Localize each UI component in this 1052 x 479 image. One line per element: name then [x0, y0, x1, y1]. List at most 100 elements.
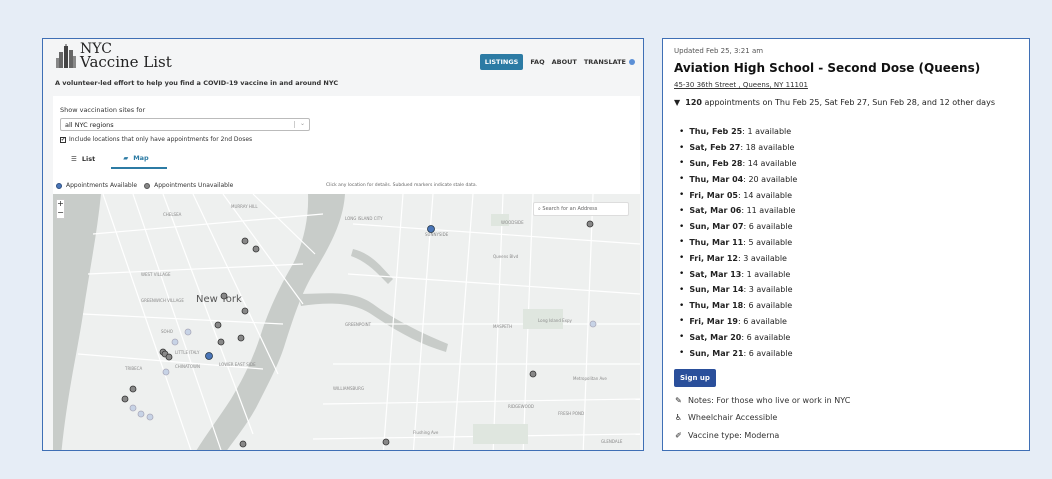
- location-address-link[interactable]: 45-30 36th Street , Queens, NY 11101: [674, 81, 808, 89]
- unavailable-location-marker[interactable]: [121, 395, 129, 403]
- unavailable-location-marker[interactable]: [239, 440, 247, 448]
- unavailable-location-marker[interactable]: [217, 338, 225, 346]
- logo[interactable]: NYC Vaccine List: [55, 42, 172, 71]
- appointment-date-item: Sat, Mar 20: 6 available: [679, 329, 797, 345]
- map-legend: Appointments Available Appointments Unav…: [56, 182, 233, 189]
- chevron-down-icon: ⌄: [299, 120, 305, 127]
- unavailable-location-marker[interactable]: [529, 370, 537, 378]
- appointment-availability: : 5 available: [743, 237, 793, 247]
- appointment-availability: : 3 available: [743, 285, 793, 295]
- accessibility-row: ♿ Wheelchair Accessible: [674, 413, 777, 422]
- unavailable-location-marker[interactable]: [241, 307, 249, 315]
- appointment-date-item: Thu, Feb 25: 1 available: [679, 124, 797, 140]
- unavailable-location-marker[interactable]: [146, 413, 154, 421]
- appointment-date: Sun, Feb 28: [689, 158, 743, 168]
- second-dose-toggle[interactable]: ✔ Include locations that only have appoi…: [60, 136, 252, 143]
- appointment-date-item: Thu, Mar 18: 6 available: [679, 298, 797, 314]
- appointment-availability: : 6 available: [743, 301, 793, 311]
- unavailable-location-marker[interactable]: [129, 404, 137, 412]
- unavailable-location-marker[interactable]: [586, 220, 594, 228]
- syringe-icon: ✐: [675, 431, 682, 440]
- appointment-date: Sat, Mar 13: [689, 269, 742, 279]
- vaccine-row: ✐ Vaccine type: Moderna: [674, 431, 779, 440]
- location-details-panel: Updated Feb 25, 3:21 am Aviation High Sc…: [662, 38, 1030, 451]
- list-icon: ☰: [71, 155, 77, 163]
- region-select-value: all NYC regions: [65, 121, 114, 129]
- appointment-date: Sun, Mar 14: [689, 285, 744, 295]
- globe-icon: [629, 59, 635, 65]
- unavailable-location-marker[interactable]: [589, 320, 597, 328]
- appointment-availability: : 20 available: [743, 174, 798, 184]
- appointment-availability: : 14 available: [742, 158, 797, 168]
- notes-text: Notes: For those who live or work in NYC: [688, 396, 851, 405]
- appointment-availability: : 6 available: [743, 222, 793, 232]
- unavailable-location-marker[interactable]: [165, 353, 173, 361]
- logo-line2: Vaccine List: [80, 53, 172, 71]
- unavailable-location-marker[interactable]: [252, 245, 260, 253]
- nav-listings[interactable]: LISTINGS: [479, 54, 524, 70]
- second-dose-label: Include locations that only have appoint…: [69, 136, 253, 143]
- unavailable-location-marker[interactable]: [184, 328, 192, 336]
- unavailable-location-marker[interactable]: [137, 410, 145, 418]
- unavailable-location-marker[interactable]: [214, 321, 222, 329]
- unavailable-location-marker[interactable]: [162, 368, 170, 376]
- appointment-date: Thu, Mar 04: [689, 174, 744, 184]
- appointment-date: Sun, Mar 21: [689, 348, 744, 358]
- tab-map[interactable]: ▰ Map: [111, 154, 167, 169]
- triangle-down-icon: ▼: [674, 98, 681, 107]
- unavailable-location-marker[interactable]: [382, 438, 390, 446]
- map-icon: ▰: [123, 154, 129, 162]
- appointment-date-item: Sat, Mar 06: 11 available: [679, 203, 797, 219]
- appointment-availability: : 1 available: [741, 269, 791, 279]
- tagline: A volunteer-led effort to help you find …: [55, 79, 339, 87]
- appointment-availability: : 6 available: [743, 348, 793, 358]
- appointment-dates-list: Thu, Feb 25: 1 availableSat, Feb 27: 18 …: [679, 124, 797, 361]
- available-location-marker[interactable]: [427, 225, 435, 233]
- appointment-date-item: Fri, Mar 19: 6 available: [679, 314, 797, 330]
- appointment-date-item: Sat, Feb 27: 18 available: [679, 140, 797, 156]
- map-view[interactable]: + − ⌕ Search for an Address New York CHE…: [53, 194, 640, 450]
- appointment-date: Fri, Mar 12: [689, 253, 738, 263]
- appointment-date: Thu, Mar 18: [689, 301, 744, 311]
- appointment-availability: : 3 available: [738, 253, 787, 263]
- appointment-availability: : 18 available: [740, 143, 795, 153]
- map-markers: [121, 220, 597, 448]
- region-label: Show vaccination sites for: [60, 106, 146, 114]
- updated-timestamp: Updated Feb 25, 3:21 am: [674, 47, 764, 55]
- appointment-date-item: Sat, Mar 13: 1 available: [679, 266, 797, 282]
- notes-row: ✎ Notes: For those who live or work in N…: [674, 396, 850, 405]
- legend-available: Appointments Available: [66, 182, 138, 189]
- nav-faq[interactable]: FAQ: [530, 58, 544, 66]
- appointment-date-item: Sun, Mar 21: 6 available: [679, 345, 797, 361]
- appointment-date: Sat, Feb 27: [689, 143, 741, 153]
- nav-about[interactable]: ABOUT: [552, 58, 577, 66]
- unavailable-location-marker[interactable]: [171, 338, 179, 346]
- appointment-availability: : 1 available: [742, 127, 792, 137]
- nav-translate[interactable]: TRANSLATE: [584, 58, 635, 66]
- appointment-availability: : 14 available: [738, 190, 793, 200]
- unavailable-location-marker[interactable]: [237, 334, 245, 342]
- available-location-marker[interactable]: [205, 352, 213, 360]
- app-panel: NYC Vaccine List LISTINGS FAQ ABOUT TRAN…: [42, 38, 644, 451]
- appointment-summary-text: appointments on Thu Feb 25, Sat Feb 27, …: [704, 98, 996, 107]
- sign-up-button[interactable]: Sign up: [674, 369, 716, 387]
- tab-list[interactable]: ☰ List: [71, 154, 95, 169]
- checkbox-checked-icon[interactable]: ✔: [60, 136, 66, 143]
- region-select[interactable]: all NYC regions ⌄: [60, 118, 310, 131]
- unavailable-location-marker[interactable]: [129, 385, 137, 393]
- appointment-date: Sat, Mar 20: [689, 332, 742, 342]
- appointment-date-item: Fri, Mar 12: 3 available: [679, 250, 797, 266]
- unavailable-location-marker[interactable]: [241, 237, 249, 245]
- appointment-availability: : 11 available: [741, 206, 796, 216]
- vaccine-text: Vaccine type: Moderna: [688, 431, 780, 440]
- main-nav: LISTINGS FAQ ABOUT TRANSLATE: [479, 54, 635, 70]
- appointment-date-item: Fri, Mar 05: 14 available: [679, 187, 797, 203]
- appointment-date: Thu, Feb 25: [689, 127, 743, 137]
- unavailable-location-marker[interactable]: [220, 292, 228, 300]
- appointment-date: Thu, Mar 11: [689, 237, 744, 247]
- appointments-summary[interactable]: ▼ 120 appointments on Thu Feb 25, Sat Fe…: [674, 98, 995, 107]
- appointment-date-item: Sun, Mar 07: 6 available: [679, 219, 797, 235]
- view-tabs: ☰ List ▰ Map: [71, 154, 167, 169]
- appointment-date-item: Sun, Mar 14: 3 available: [679, 282, 797, 298]
- map-hint: Click any location for details. Subdued …: [326, 183, 478, 188]
